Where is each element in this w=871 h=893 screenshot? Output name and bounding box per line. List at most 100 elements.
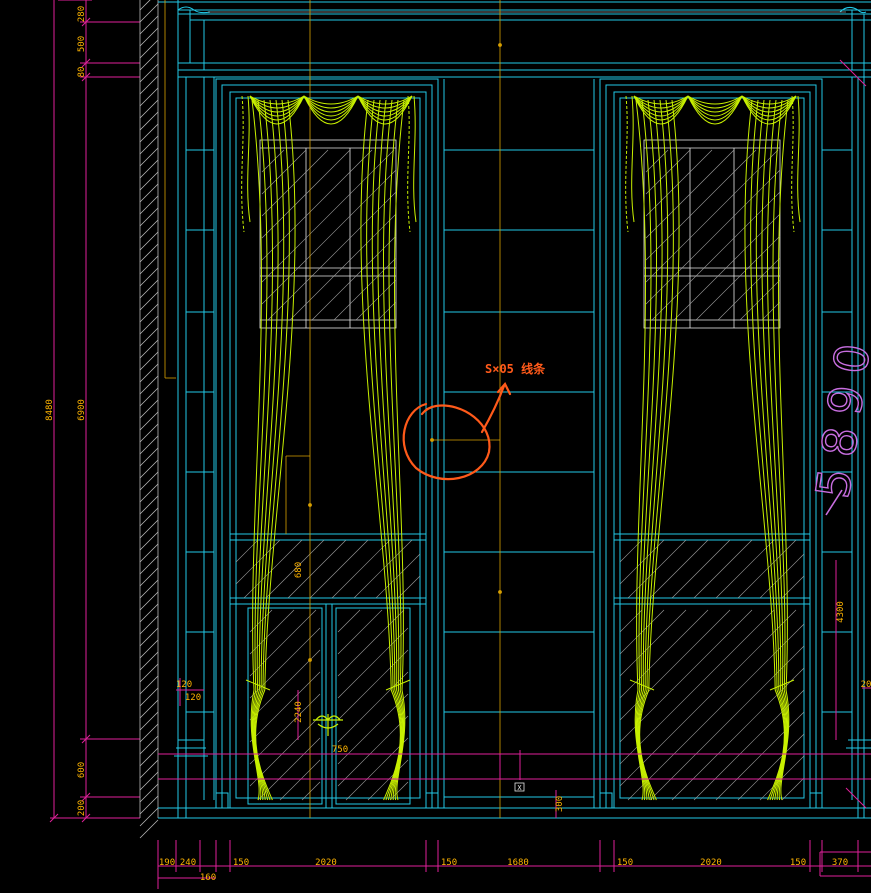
glass-hatch-line <box>337 609 383 655</box>
wall-hatch-line <box>139 255 159 275</box>
left-dim-80: 80 <box>77 67 87 78</box>
left-dimension-chain <box>49 0 140 823</box>
dim-small-b: 120 <box>185 693 201 703</box>
wall-hatch-line <box>139 171 159 191</box>
glass-hatch-line <box>715 539 775 599</box>
curtain-swag <box>303 95 359 117</box>
bottom-dim-150-c: 150 <box>617 858 633 868</box>
wall-hatch-line <box>139 723 159 743</box>
glass-hatch-line <box>249 671 321 743</box>
wall-hatch-line <box>139 75 159 95</box>
dim-door-width: 750 <box>332 745 348 755</box>
bottom-dim-2020-b: 2020 <box>700 858 722 868</box>
wall-hatch-line <box>139 783 159 803</box>
wall-hatch-line <box>139 267 159 287</box>
curtain-jabot <box>241 95 245 233</box>
glass-hatch-line <box>377 301 397 321</box>
wall-hatch-line <box>139 639 159 659</box>
curtain-drape-left <box>253 99 285 801</box>
bottom-dim-150-d: 150 <box>790 858 806 868</box>
dim-right-small: 20 <box>861 680 871 690</box>
wall-hatch-line <box>139 471 159 491</box>
wall-hatch-line <box>139 327 159 347</box>
glass-hatch-line <box>301 781 321 801</box>
glass-hatch <box>235 149 805 801</box>
dim-right-height: 4300 <box>836 601 846 623</box>
wall-hatch-line <box>139 27 159 47</box>
wall-hatch-line <box>139 603 159 623</box>
glass-hatch-line <box>279 759 321 801</box>
glass-hatch-line <box>759 553 805 599</box>
glass-hatch-line <box>235 539 259 563</box>
glass-hatch-line <box>619 609 687 677</box>
bottom-dim-190: 190 <box>159 858 175 868</box>
wall-hatch-line <box>139 651 159 671</box>
wall-hatch-line <box>139 147 159 167</box>
wall-hatch-line <box>139 51 159 71</box>
wall-hatch-line <box>139 675 159 695</box>
wall-hatch-line <box>139 411 159 431</box>
glass-hatch-line <box>619 609 709 699</box>
glass-hatch-line <box>737 733 805 801</box>
wall-hatch-line <box>139 375 159 395</box>
glass-hatch-line <box>337 627 409 699</box>
curtains <box>241 95 801 801</box>
wall-hatch-line <box>139 435 159 455</box>
curtain-drape-left <box>637 99 669 801</box>
wall-hatch-line <box>139 591 159 611</box>
wall-hatch-line <box>139 159 159 179</box>
curtain-jabot <box>247 95 251 223</box>
wall-hatch-line <box>139 363 159 383</box>
wall-hatch-line <box>139 87 159 107</box>
curtain-drape-right <box>755 99 787 801</box>
cad-elevation-drawing: 280 500 80 6900 600 200 8480 X 680 2240 … <box>0 0 871 889</box>
centre-axes <box>164 0 502 818</box>
glass-hatch-line <box>651 191 781 321</box>
glass-hatch-line <box>337 671 409 743</box>
wall-hatch-line <box>139 543 159 563</box>
curtain-jabot <box>631 95 635 223</box>
wall-hatch-line <box>139 279 159 299</box>
glass-hatch-line <box>337 609 361 633</box>
wall-hatch-line <box>139 387 159 407</box>
glass-hatch-line <box>249 609 295 655</box>
wall-hatch-line <box>139 231 159 251</box>
wall-hatch-line <box>139 3 159 23</box>
wall-hatch-line <box>139 759 159 779</box>
curtain-swag <box>687 95 743 117</box>
wall-hatch-line <box>139 531 159 551</box>
curtain-jabot <box>797 95 801 223</box>
wall-hatch-line <box>139 747 159 767</box>
wall-hatch-line <box>139 0 151 11</box>
wall-hatch-line <box>139 711 159 731</box>
dim-base: 300 <box>555 796 565 812</box>
wall-hatch-line <box>139 315 159 335</box>
wall-hatch-line <box>139 207 159 227</box>
handwritten-figure: 5890 <box>805 340 871 502</box>
wall-hatch-line <box>139 135 159 155</box>
overall-height-dim: 8480 <box>45 399 55 421</box>
wall-hatch-line <box>139 663 159 683</box>
curtain-jabot <box>413 95 417 223</box>
left-dim-500: 500 <box>77 36 87 52</box>
bottom-dim-1680: 1680 <box>507 858 529 868</box>
bottom-dim-370: 370 <box>832 858 848 868</box>
glass-hatch-line <box>645 169 781 305</box>
wall-hatch-line <box>139 483 159 503</box>
wall-hatch-line <box>139 615 159 635</box>
bottom-dim-2020-a: 2020 <box>315 858 337 868</box>
wall-hatch-line <box>139 567 159 587</box>
glass-hatch-line <box>261 169 397 305</box>
glass-hatch-line <box>309 539 369 599</box>
wall-hatch-line <box>139 627 159 647</box>
wall-hatch-line <box>139 123 159 143</box>
wall-hatch-line <box>139 183 159 203</box>
wall-hatch-line <box>139 819 159 839</box>
wall-fixture <box>313 714 343 736</box>
wall-hatch-line <box>139 495 159 515</box>
glass-hatch-line <box>267 191 397 321</box>
left-dim-280: 280 <box>77 6 87 22</box>
glass-hatch-line <box>671 539 731 599</box>
curtain-jabot <box>791 95 795 233</box>
wall-hatch-line <box>139 303 159 323</box>
